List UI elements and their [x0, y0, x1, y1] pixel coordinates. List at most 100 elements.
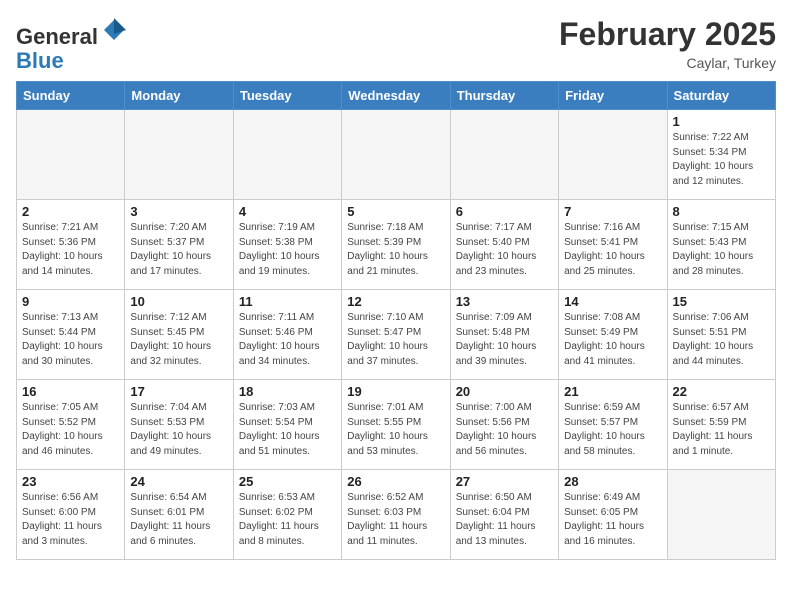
logo-icon: [100, 16, 128, 44]
day-number: 8: [673, 204, 770, 219]
day-info: Sunrise: 6:50 AM Sunset: 6:04 PM Dayligh…: [456, 491, 553, 549]
day-info: Sunrise: 7:09 AM Sunset: 5:48 PM Dayligh…: [456, 311, 553, 369]
day-info: Sunrise: 7:08 AM Sunset: 5:49 PM Dayligh…: [564, 311, 661, 369]
day-info: Sunrise: 6:59 AM Sunset: 5:57 PM Dayligh…: [564, 401, 661, 459]
calendar-day-cell: 8 Sunrise: 7:15 AM Sunset: 5:43 PM Daylig…: [667, 200, 775, 290]
calendar-day-cell: 14 Sunrise: 7:08 AM Sunset: 5:49 PM Dayli…: [559, 290, 667, 380]
day-number: 13: [456, 294, 553, 309]
logo-general: General: [16, 24, 98, 49]
day-info: Sunrise: 6:56 AM Sunset: 6:00 PM Dayligh…: [22, 491, 119, 549]
day-number: 24: [130, 474, 227, 489]
calendar-day-cell: 23 Sunrise: 6:56 AM Sunset: 6:00 PM Dayli…: [17, 470, 125, 560]
day-info: Sunrise: 7:18 AM Sunset: 5:39 PM Dayligh…: [347, 221, 444, 279]
day-number: 2: [22, 204, 119, 219]
day-info: Sunrise: 7:21 AM Sunset: 5:36 PM Dayligh…: [22, 221, 119, 279]
calendar-day-cell: 25 Sunrise: 6:53 AM Sunset: 6:02 PM Dayli…: [233, 470, 341, 560]
day-number: 28: [564, 474, 661, 489]
calendar-day-cell: 15 Sunrise: 7:06 AM Sunset: 5:51 PM Dayli…: [667, 290, 775, 380]
logo-blue: Blue: [16, 48, 64, 73]
day-info: Sunrise: 6:57 AM Sunset: 5:59 PM Dayligh…: [673, 401, 770, 459]
day-info: Sunrise: 7:10 AM Sunset: 5:47 PM Dayligh…: [347, 311, 444, 369]
calendar-table: SundayMondayTuesdayWednesdayThursdayFrid…: [16, 81, 776, 560]
weekday-header: Thursday: [450, 82, 558, 110]
day-info: Sunrise: 7:13 AM Sunset: 5:44 PM Dayligh…: [22, 311, 119, 369]
calendar-day-cell: 18 Sunrise: 7:03 AM Sunset: 5:54 PM Dayli…: [233, 380, 341, 470]
calendar-day-cell: 5 Sunrise: 7:18 AM Sunset: 5:39 PM Daylig…: [342, 200, 450, 290]
day-number: 15: [673, 294, 770, 309]
calendar-day-cell: 19 Sunrise: 7:01 AM Sunset: 5:55 PM Dayli…: [342, 380, 450, 470]
day-info: Sunrise: 7:04 AM Sunset: 5:53 PM Dayligh…: [130, 401, 227, 459]
calendar-day-cell: 13 Sunrise: 7:09 AM Sunset: 5:48 PM Dayli…: [450, 290, 558, 380]
calendar-day-cell: 16 Sunrise: 7:05 AM Sunset: 5:52 PM Dayli…: [17, 380, 125, 470]
day-info: Sunrise: 7:19 AM Sunset: 5:38 PM Dayligh…: [239, 221, 336, 279]
calendar-day-cell: 17 Sunrise: 7:04 AM Sunset: 5:53 PM Dayli…: [125, 380, 233, 470]
day-info: Sunrise: 7:22 AM Sunset: 5:34 PM Dayligh…: [673, 131, 770, 189]
day-number: 16: [22, 384, 119, 399]
calendar-week-row: 1 Sunrise: 7:22 AM Sunset: 5:34 PM Daylig…: [17, 110, 776, 200]
day-number: 6: [456, 204, 553, 219]
day-info: Sunrise: 7:06 AM Sunset: 5:51 PM Dayligh…: [673, 311, 770, 369]
day-number: 27: [456, 474, 553, 489]
calendar-day-cell: 22 Sunrise: 6:57 AM Sunset: 5:59 PM Dayli…: [667, 380, 775, 470]
day-number: 23: [22, 474, 119, 489]
day-info: Sunrise: 7:03 AM Sunset: 5:54 PM Dayligh…: [239, 401, 336, 459]
weekday-header: Tuesday: [233, 82, 341, 110]
calendar-day-cell: 28 Sunrise: 6:49 AM Sunset: 6:05 PM Dayli…: [559, 470, 667, 560]
calendar-day-cell: 11Sunrise: 7:11 AM Sunset: 5:46 PM Dayli…: [233, 290, 341, 380]
weekday-header: Friday: [559, 82, 667, 110]
page-header: General Blue February 2025 Caylar, Turke…: [16, 16, 776, 73]
day-number: 9: [22, 294, 119, 309]
calendar-week-row: 16 Sunrise: 7:05 AM Sunset: 5:52 PM Dayli…: [17, 380, 776, 470]
day-info: Sunrise: 7:00 AM Sunset: 5:56 PM Dayligh…: [456, 401, 553, 459]
day-number: 19: [347, 384, 444, 399]
calendar-day-cell: 26Sunrise: 6:52 AM Sunset: 6:03 PM Dayli…: [342, 470, 450, 560]
calendar-day-cell: 12 Sunrise: 7:10 AM Sunset: 5:47 PM Dayli…: [342, 290, 450, 380]
day-number: 12: [347, 294, 444, 309]
calendar-day-cell: [125, 110, 233, 200]
calendar-day-cell: 9 Sunrise: 7:13 AM Sunset: 5:44 PM Daylig…: [17, 290, 125, 380]
calendar-day-cell: 7 Sunrise: 7:16 AM Sunset: 5:41 PM Daylig…: [559, 200, 667, 290]
day-info: Sunrise: 7:11 AM Sunset: 5:46 PM Dayligh…: [239, 311, 336, 369]
day-info: Sunrise: 7:05 AM Sunset: 5:52 PM Dayligh…: [22, 401, 119, 459]
day-info: Sunrise: 7:16 AM Sunset: 5:41 PM Dayligh…: [564, 221, 661, 279]
day-info: Sunrise: 7:15 AM Sunset: 5:43 PM Dayligh…: [673, 221, 770, 279]
day-number: 20: [456, 384, 553, 399]
calendar-day-cell: 3Sunrise: 7:20 AM Sunset: 5:37 PM Daylig…: [125, 200, 233, 290]
calendar-day-cell: 27 Sunrise: 6:50 AM Sunset: 6:04 PM Dayli…: [450, 470, 558, 560]
day-number: 18: [239, 384, 336, 399]
day-number: 10: [130, 294, 227, 309]
day-number: 17: [130, 384, 227, 399]
weekday-header: Wednesday: [342, 82, 450, 110]
location: Caylar, Turkey: [559, 55, 776, 71]
logo: General Blue: [16, 16, 128, 73]
day-info: Sunrise: 6:53 AM Sunset: 6:02 PM Dayligh…: [239, 491, 336, 549]
calendar-week-row: 9 Sunrise: 7:13 AM Sunset: 5:44 PM Daylig…: [17, 290, 776, 380]
calendar-day-cell: 21 Sunrise: 6:59 AM Sunset: 5:57 PM Dayli…: [559, 380, 667, 470]
weekday-header-row: SundayMondayTuesdayWednesdayThursdayFrid…: [17, 82, 776, 110]
day-number: 14: [564, 294, 661, 309]
day-info: Sunrise: 6:49 AM Sunset: 6:05 PM Dayligh…: [564, 491, 661, 549]
calendar-day-cell: 4Sunrise: 7:19 AM Sunset: 5:38 PM Daylig…: [233, 200, 341, 290]
weekday-header: Saturday: [667, 82, 775, 110]
day-info: Sunrise: 6:52 AM Sunset: 6:03 PM Dayligh…: [347, 491, 444, 549]
weekday-header: Monday: [125, 82, 233, 110]
day-number: 5: [347, 204, 444, 219]
calendar-week-row: 23 Sunrise: 6:56 AM Sunset: 6:00 PM Dayli…: [17, 470, 776, 560]
day-number: 21: [564, 384, 661, 399]
day-number: 25: [239, 474, 336, 489]
calendar-day-cell: 6Sunrise: 7:17 AM Sunset: 5:40 PM Daylig…: [450, 200, 558, 290]
calendar-day-cell: 1 Sunrise: 7:22 AM Sunset: 5:34 PM Daylig…: [667, 110, 775, 200]
day-number: 22: [673, 384, 770, 399]
calendar-day-cell: [17, 110, 125, 200]
title-block: February 2025 Caylar, Turkey: [559, 16, 776, 71]
calendar-day-cell: 10 Sunrise: 7:12 AM Sunset: 5:45 PM Dayli…: [125, 290, 233, 380]
day-info: Sunrise: 7:01 AM Sunset: 5:55 PM Dayligh…: [347, 401, 444, 459]
calendar-week-row: 2 Sunrise: 7:21 AM Sunset: 5:36 PM Daylig…: [17, 200, 776, 290]
calendar-day-cell: [667, 470, 775, 560]
day-info: Sunrise: 7:12 AM Sunset: 5:45 PM Dayligh…: [130, 311, 227, 369]
calendar-day-cell: [450, 110, 558, 200]
day-info: Sunrise: 6:54 AM Sunset: 6:01 PM Dayligh…: [130, 491, 227, 549]
day-number: 1: [673, 114, 770, 129]
day-info: Sunrise: 7:20 AM Sunset: 5:37 PM Dayligh…: [130, 221, 227, 279]
day-number: 7: [564, 204, 661, 219]
